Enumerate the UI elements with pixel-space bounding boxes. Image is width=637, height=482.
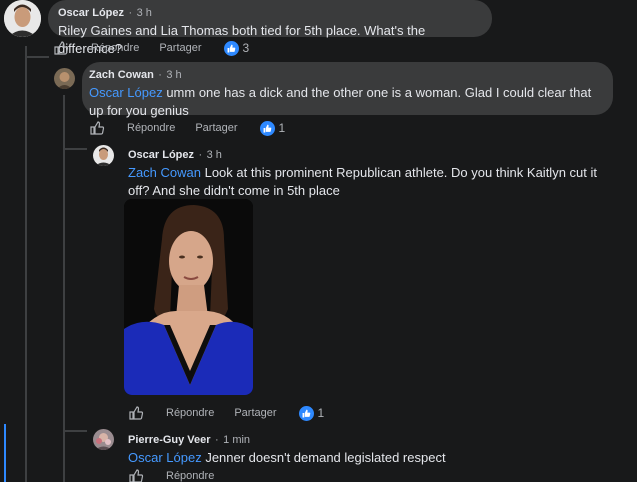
avatar-image (93, 429, 114, 450)
mention-link[interactable]: Oscar López (128, 450, 202, 465)
like-reaction-icon (298, 405, 314, 421)
mention-link[interactable]: Oscar López (89, 85, 163, 100)
reaction-number: 3 (242, 41, 250, 55)
comment-bubble: Oscar López · 3 h Riley Gaines and Lia T… (48, 0, 492, 56)
comment-author[interactable]: Zach Cowan (89, 69, 154, 81)
thread-line (63, 430, 87, 432)
reaction-number: 1 (278, 121, 286, 135)
separator: · (128, 7, 133, 19)
thumbs-up-icon (129, 469, 144, 482)
share-button[interactable]: Partager (195, 122, 237, 134)
reply-button[interactable]: Répondre (166, 470, 214, 482)
thread-line (25, 46, 27, 482)
comment-text: Oscar López Jenner doesn't demand legisl… (128, 449, 618, 467)
mention-link[interactable]: Zach Cowan (128, 165, 201, 180)
like-button[interactable] (89, 120, 105, 136)
separator: · (158, 69, 162, 81)
focus-indicator (4, 424, 6, 482)
avatar-image (4, 0, 41, 37)
thread-line (63, 95, 65, 482)
comment-text-line: off? And she didn't come in 5th place (128, 183, 340, 198)
comment-text-line: up for you genius (89, 103, 189, 118)
avatar[interactable] (93, 429, 114, 450)
comment-time[interactable]: 1 min (223, 434, 250, 446)
comment-author[interactable]: Oscar López (58, 7, 124, 19)
reply-button[interactable]: Répondre (127, 122, 175, 134)
comment-text-line: Look at this prominent Republican athlet… (200, 165, 597, 180)
comment-time[interactable]: 3 h (166, 69, 181, 81)
comment-body: Pierre-Guy Veer · 1 min Oscar López Jenn… (128, 430, 618, 467)
reaction-count[interactable]: 3 (223, 40, 250, 56)
comment-body: Oscar López · 3 h Zach Cowan Look at thi… (128, 145, 618, 200)
avatar[interactable] (4, 0, 41, 37)
comment-time[interactable]: 3 h (207, 149, 222, 161)
photo-image (124, 199, 253, 395)
like-button[interactable] (128, 468, 144, 482)
avatar-image (54, 68, 75, 89)
like-reaction-icon (259, 120, 275, 136)
comment-author[interactable]: Oscar López (128, 149, 194, 161)
avatar[interactable] (54, 68, 75, 89)
thumbs-up-icon (54, 41, 69, 55)
like-reaction-icon (223, 40, 239, 56)
comment-text: Zach Cowan Look at this prominent Republ… (128, 164, 618, 200)
avatar[interactable] (93, 145, 114, 166)
share-button[interactable]: Partager (159, 42, 201, 54)
comment-time[interactable]: 3 h (137, 7, 152, 19)
comment-text-line: Jenner doesn't demand legislated respect (201, 450, 446, 465)
reaction-count[interactable]: 1 (298, 405, 325, 421)
like-button[interactable] (128, 405, 144, 421)
comment-actions: Répondre Partager 1 (89, 118, 285, 138)
separator: · (215, 434, 219, 446)
comment-text-line: umm one has a dick and the other one is … (162, 85, 592, 100)
reply-button[interactable]: Répondre (91, 42, 139, 54)
reaction-count[interactable]: 1 (259, 120, 286, 136)
comment-actions: Répondre Partager 1 (128, 403, 324, 423)
reply-button[interactable]: Répondre (166, 407, 214, 419)
comment-photo[interactable] (124, 199, 253, 395)
thumbs-up-icon (90, 121, 105, 135)
comment-thread: Oscar López · 3 h Riley Gaines and Lia T… (0, 0, 637, 482)
thumbs-up-icon (129, 406, 144, 420)
thread-line (63, 148, 87, 150)
separator: · (198, 149, 203, 161)
avatar-image (93, 145, 114, 166)
like-button[interactable] (53, 40, 69, 56)
thread-line (25, 56, 49, 58)
reaction-number: 1 (317, 406, 325, 420)
comment-actions: Répondre Partager 3 (53, 38, 249, 58)
comment-text: Oscar López umm one has a dick and the o… (89, 84, 605, 120)
comment-actions: Répondre (128, 466, 234, 482)
comment-bubble: Zach Cowan · 3 h Oscar López umm one has… (82, 62, 613, 118)
comment-author[interactable]: Pierre-Guy Veer (128, 434, 211, 446)
share-button[interactable]: Partager (234, 407, 276, 419)
